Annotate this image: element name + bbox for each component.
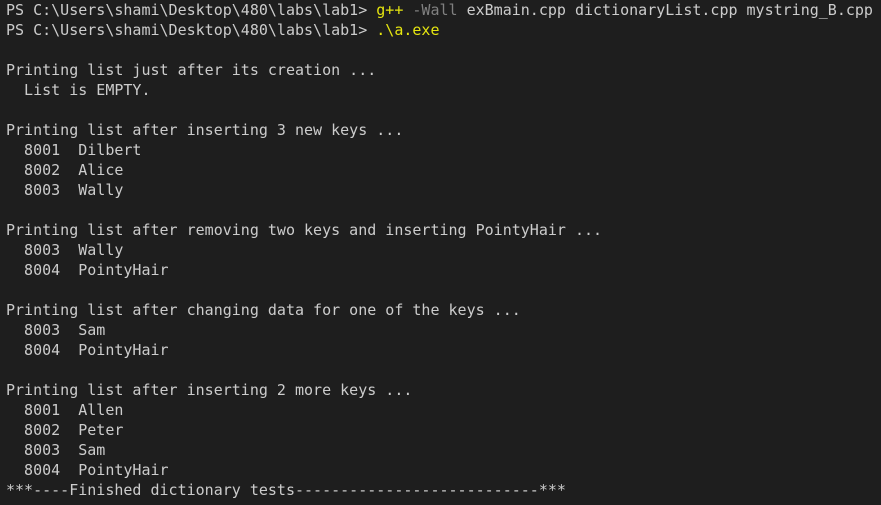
command-name: g++ <box>376 1 404 19</box>
output-line: Printing list after inserting 2 more key… <box>6 381 413 399</box>
program-output: Printing list just after its creation ..… <box>6 40 881 500</box>
command-name: .\a.exe <box>376 21 440 39</box>
output-line: Printing list after inserting 3 new keys… <box>6 121 404 139</box>
output-line: Printing list after removing two keys an… <box>6 221 603 239</box>
output-line: Printing list after changing data for on… <box>6 301 521 319</box>
prompt-path: PS C:\Users\shami\Desktop\480\labs\lab1> <box>6 1 377 19</box>
output-line: List is EMPTY. <box>6 81 151 99</box>
output-line: 8003 Wally <box>6 241 124 259</box>
output-line: 8003 Sam <box>6 321 106 339</box>
output-line: 8001 Dilbert <box>6 141 142 159</box>
output-line: 8004 PointyHair <box>6 261 169 279</box>
output-line: 8003 Sam <box>6 441 106 459</box>
output-line: ***----Finished dictionary tests--------… <box>6 481 566 499</box>
output-line: 8002 Peter <box>6 421 124 439</box>
output-line: 8004 PointyHair <box>6 341 169 359</box>
output-line: 8003 Wally <box>6 181 124 199</box>
command-flag: -Wall <box>403 1 458 19</box>
output-line: Printing list just after its creation ..… <box>6 61 377 79</box>
output-line: 8002 Alice <box>6 161 124 179</box>
command-args: exBmain.cpp dictionaryList.cpp mystring_… <box>457 1 873 19</box>
terminal-window[interactable]: PS C:\Users\shami\Desktop\480\labs\lab1>… <box>0 0 881 505</box>
prompt-path: PS C:\Users\shami\Desktop\480\labs\lab1> <box>6 21 377 39</box>
output-line: 8001 Allen <box>6 401 124 419</box>
output-line: 8004 PointyHair <box>6 461 169 479</box>
prompt-line-run: PS C:\Users\shami\Desktop\480\labs\lab1>… <box>6 20 881 40</box>
prompt-line-compile: PS C:\Users\shami\Desktop\480\labs\lab1>… <box>6 0 881 20</box>
